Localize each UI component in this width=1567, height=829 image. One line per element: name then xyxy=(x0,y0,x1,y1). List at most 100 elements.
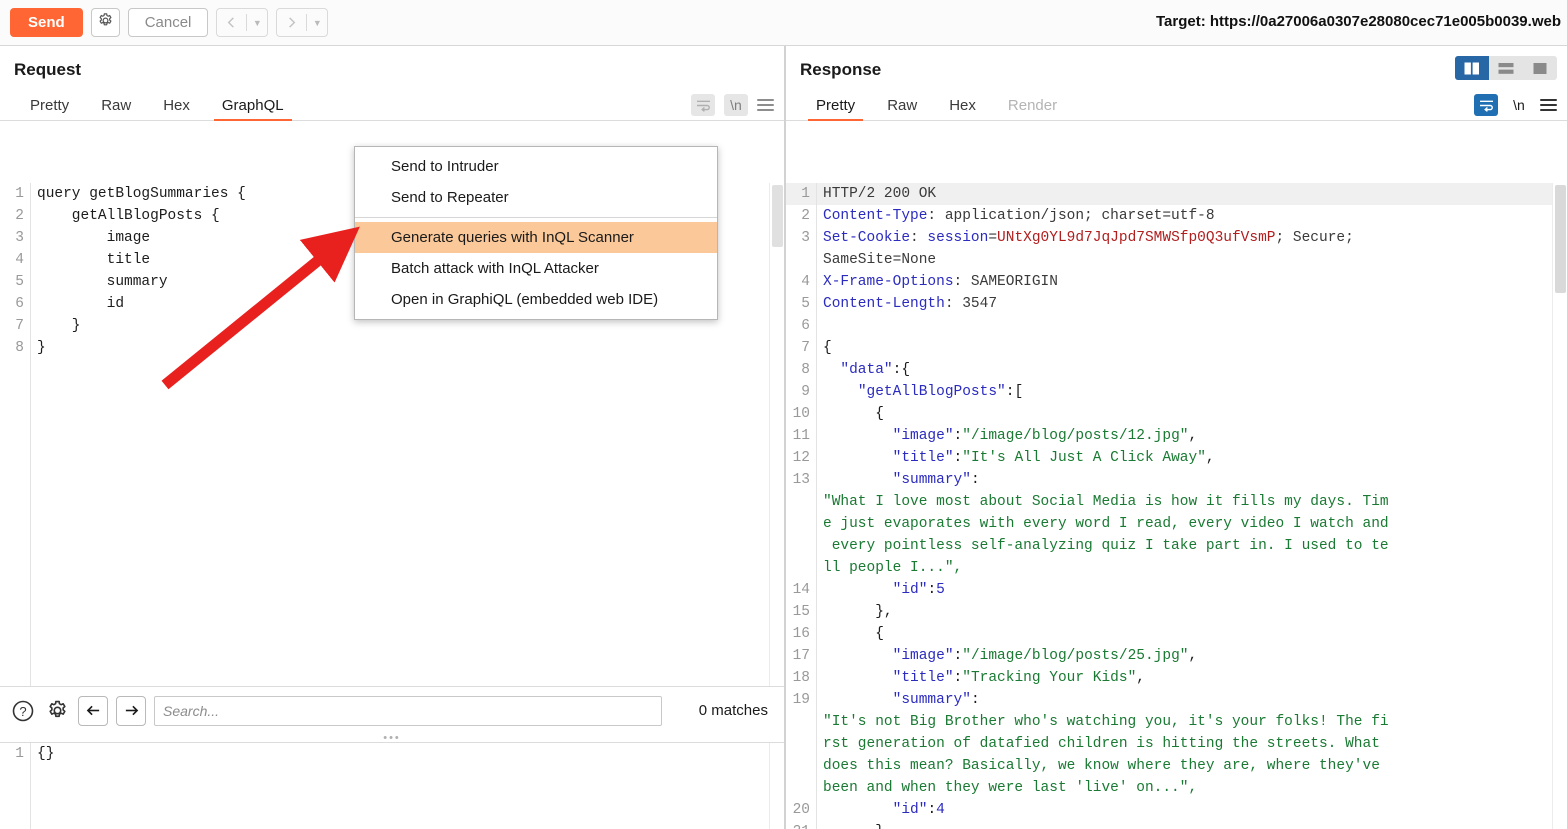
back-nav-group[interactable]: ▼ xyxy=(216,8,268,37)
code-line: 11 "image":"/image/blog/posts/12.jpg", xyxy=(786,425,1567,447)
response-editor[interactable]: 1HTTP/2 200 OK2Content-Type: application… xyxy=(786,183,1567,829)
code-token: ll people I...", xyxy=(823,560,962,576)
tab-response-pretty[interactable]: Pretty xyxy=(800,97,871,120)
code-token: } xyxy=(37,318,81,334)
response-scrollbar[interactable] xyxy=(1552,183,1567,829)
code-text: SameSite=None xyxy=(816,249,1567,271)
line-number: 14 xyxy=(786,579,816,601)
response-tabs: Pretty Raw Hex Render \n xyxy=(786,90,1567,121)
tab-request-hex[interactable]: Hex xyxy=(147,97,206,120)
context-menu-separator xyxy=(355,217,717,218)
line-number: 7 xyxy=(786,337,816,359)
context-menu-item[interactable]: Send to Intruder xyxy=(355,151,717,182)
code-token: HTTP/2 200 OK xyxy=(823,186,936,202)
scroll-thumb[interactable] xyxy=(772,185,783,247)
code-line: 19 "summary": xyxy=(786,689,1567,711)
forward-nav-group[interactable]: ▼ xyxy=(276,8,328,37)
code-text: { xyxy=(816,337,1567,359)
code-text: "What I love most about Social Media is … xyxy=(816,491,1567,513)
code-line: 8 "data":{ xyxy=(786,359,1567,381)
code-text: "summary": xyxy=(816,469,1567,491)
search-input[interactable] xyxy=(154,696,662,726)
caret-down-icon[interactable]: ▼ xyxy=(247,9,267,36)
code-token: } xyxy=(37,340,46,356)
context-menu-item[interactable]: Open in GraphiQL (embedded web IDE) xyxy=(355,284,717,315)
code-token xyxy=(823,802,893,818)
search-settings-gear-icon[interactable] xyxy=(44,698,70,724)
single-view-button[interactable] xyxy=(1523,56,1557,80)
line-number: 2 xyxy=(786,205,816,227)
send-button[interactable]: Send xyxy=(10,8,83,37)
code-text: }, xyxy=(816,821,1567,829)
code-text: "title":"It's All Just A Click Away", xyxy=(816,447,1567,469)
search-next-button[interactable] xyxy=(116,696,146,726)
code-line: 3Set-Cookie: session=UNtXg0YL9d7JqJpd7SM… xyxy=(786,227,1567,249)
word-wrap-icon[interactable] xyxy=(691,94,715,116)
request-tabs: Pretty Raw Hex GraphQL \n xyxy=(0,90,784,121)
code-token: { xyxy=(823,406,884,422)
hamburger-menu-icon[interactable] xyxy=(1540,99,1557,111)
code-token: : xyxy=(954,428,963,444)
code-line: "It's not Big Brother who's watching you… xyxy=(786,711,1567,733)
code-token: : xyxy=(971,472,980,488)
response-title: Response xyxy=(786,46,1567,80)
code-token: : xyxy=(954,450,963,466)
code-token: UNtXg0YL9d7JqJpd7SMWSfp0Q3ufVsmP xyxy=(997,230,1275,246)
newline-toggle[interactable]: \n xyxy=(724,94,748,116)
code-token: : application/json; charset=utf-8 xyxy=(927,208,1214,224)
line-number xyxy=(786,755,816,777)
code-line: 7{ xyxy=(786,337,1567,359)
chevron-right-icon[interactable] xyxy=(277,9,306,36)
question-mark-icon[interactable]: ? xyxy=(10,698,36,724)
tab-response-raw[interactable]: Raw xyxy=(871,97,933,120)
code-token: : SAMEORIGIN xyxy=(954,274,1058,290)
request-params-editor[interactable]: 1{} xyxy=(0,743,784,829)
line-number: 8 xyxy=(0,337,30,359)
code-token: : 3547 xyxy=(945,296,997,312)
code-line: 16 { xyxy=(786,623,1567,645)
scroll-thumb[interactable] xyxy=(1555,185,1566,293)
context-menu-item[interactable]: Batch attack with InQL Attacker xyxy=(355,253,717,284)
cancel-button[interactable]: Cancel xyxy=(128,8,209,37)
tab-response-hex[interactable]: Hex xyxy=(933,97,992,120)
code-token: every pointless self-analyzing quiz I ta… xyxy=(823,538,1389,554)
request-scrollbar[interactable] xyxy=(769,183,784,686)
line-number xyxy=(786,491,816,513)
code-text: "id":5 xyxy=(816,579,1567,601)
word-wrap-icon[interactable] xyxy=(1474,94,1498,116)
split-view-button[interactable] xyxy=(1455,56,1489,80)
code-token: "Tracking Your Kids" xyxy=(962,670,1136,686)
code-line: 8} xyxy=(0,337,784,359)
hamburger-menu-icon[interactable] xyxy=(757,99,774,111)
params-scrollbar[interactable] xyxy=(769,743,784,829)
chevron-left-icon[interactable] xyxy=(217,9,246,36)
tab-request-pretty[interactable]: Pretty xyxy=(14,97,85,120)
code-text: been and when they were last 'live' on..… xyxy=(816,777,1567,799)
code-token: Set-Cookie xyxy=(823,230,910,246)
newline-label: \n xyxy=(1513,97,1525,113)
line-number: 1 xyxy=(0,183,30,205)
pane-splitter[interactable]: ••• xyxy=(0,734,784,743)
line-number xyxy=(786,513,816,535)
code-token: }, xyxy=(823,824,893,829)
tab-request-raw[interactable]: Raw xyxy=(85,97,147,120)
code-token: }, xyxy=(823,604,893,620)
search-prev-button[interactable] xyxy=(78,696,108,726)
caret-down-icon[interactable]: ▼ xyxy=(307,9,327,36)
response-code: 1HTTP/2 200 OK2Content-Type: application… xyxy=(786,183,1567,829)
context-menu-item[interactable]: Send to Repeater xyxy=(355,182,717,213)
request-tab-tools: \n xyxy=(691,94,774,116)
code-text: } xyxy=(30,337,784,359)
code-token: 5 xyxy=(936,582,945,598)
line-number: 1 xyxy=(786,183,816,205)
newline-toggle[interactable]: \n xyxy=(1507,94,1531,116)
code-token: X-Frame-Options xyxy=(823,274,954,290)
request-title: Request xyxy=(0,46,784,80)
tab-request-graphql[interactable]: GraphQL xyxy=(206,97,300,120)
settings-button[interactable] xyxy=(91,8,120,37)
code-token: rst generation of datafied children is h… xyxy=(823,736,1380,752)
context-menu-item[interactable]: Generate queries with InQL Scanner xyxy=(355,222,717,253)
line-number: 12 xyxy=(786,447,816,469)
stacked-view-button[interactable] xyxy=(1489,56,1523,80)
code-text: e just evaporates with every word I read… xyxy=(816,513,1567,535)
